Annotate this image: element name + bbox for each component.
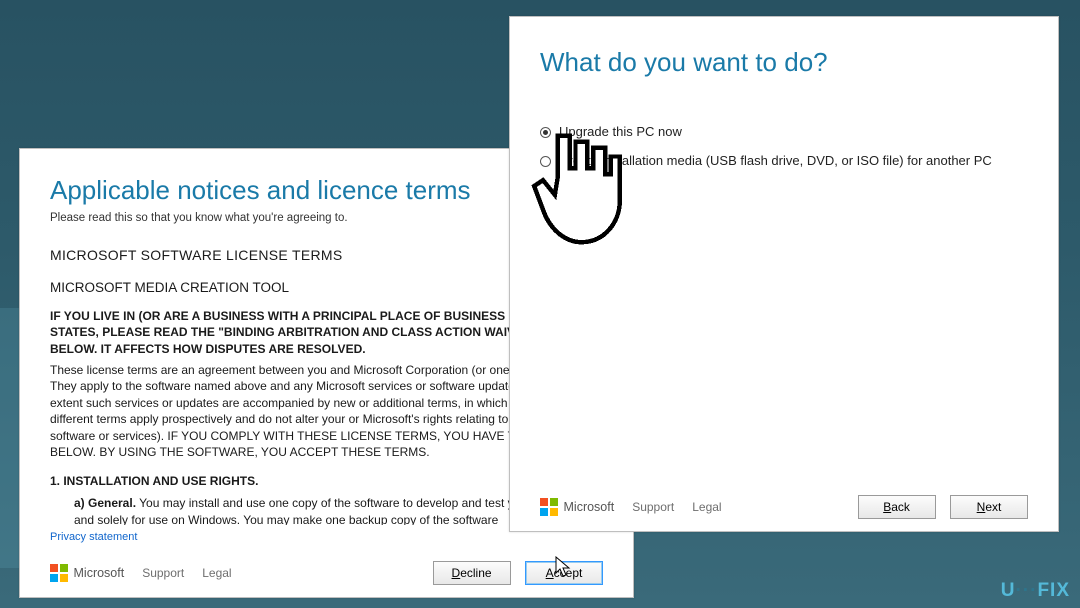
footer-buttons: Decline Accept: [433, 561, 603, 585]
action-choice-dialog: What do you want to do? Upgrade this PC …: [509, 16, 1059, 532]
brand-text: Microsoft: [564, 500, 615, 514]
microsoft-logo-icon: [540, 498, 558, 516]
back-button[interactable]: Back: [858, 495, 936, 519]
upgrade-option-label: Upgrade this PC now: [559, 124, 682, 139]
accept-button[interactable]: Accept: [525, 561, 603, 585]
support-link[interactable]: Support: [632, 500, 674, 514]
upgrade-option[interactable]: Upgrade this PC now: [540, 124, 1028, 139]
microsoft-logo: Microsoft: [50, 564, 124, 582]
options-group: Upgrade this PC now Create installation …: [540, 124, 1028, 182]
dialog2-footer: Microsoft Support Legal Back Next: [540, 487, 1028, 519]
dialog-title: What do you want to do?: [540, 47, 1028, 78]
create-media-option-label: Create installation media (USB flash dri…: [559, 153, 992, 168]
support-link[interactable]: Support: [142, 566, 184, 580]
watermark-text: U···FIX: [1001, 580, 1070, 602]
footer-buttons: Back Next: [858, 495, 1028, 519]
privacy-statement-link[interactable]: Privacy statement: [50, 531, 603, 543]
legal-link[interactable]: Legal: [202, 566, 231, 580]
dialog1-footer: Microsoft Support Legal Decline Accept: [50, 553, 603, 585]
legal-link[interactable]: Legal: [692, 500, 721, 514]
radio-checked-icon[interactable]: [540, 127, 551, 138]
microsoft-logo: Microsoft: [540, 498, 614, 516]
footer-left: Microsoft Support Legal: [50, 564, 232, 582]
brand-text: Microsoft: [74, 566, 125, 580]
section-1a-label: a) General.: [74, 496, 136, 510]
next-button[interactable]: Next: [950, 495, 1028, 519]
decline-button[interactable]: Decline: [433, 561, 511, 585]
radio-unchecked-icon[interactable]: [540, 156, 551, 167]
create-media-option[interactable]: Create installation media (USB flash dri…: [540, 153, 1028, 168]
footer-left: Microsoft Support Legal: [540, 498, 722, 516]
microsoft-logo-icon: [50, 564, 68, 582]
